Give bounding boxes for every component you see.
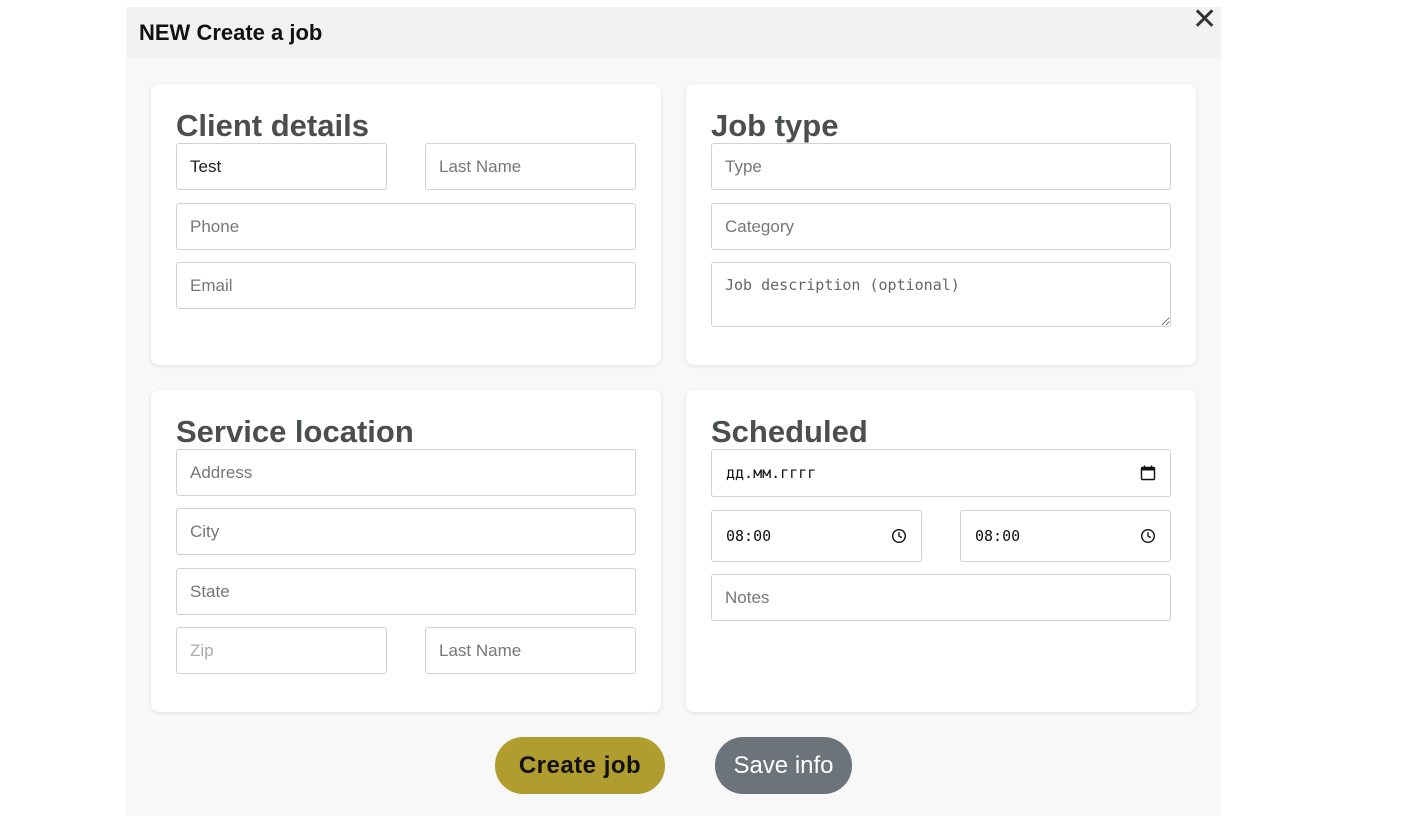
state-input[interactable] (176, 568, 636, 615)
clock-icon[interactable] (891, 528, 907, 544)
scheduled-title: Scheduled (711, 414, 868, 449)
create-job-button[interactable]: Create job (495, 737, 665, 794)
date-input[interactable]: дд.мм.гггг (711, 449, 1171, 497)
end-time-input[interactable]: 08:00 (960, 510, 1171, 562)
first-name-input[interactable] (176, 143, 387, 190)
phone-input[interactable] (176, 203, 636, 250)
client-details-title: Client details (176, 108, 369, 143)
location-last-name-input[interactable] (425, 627, 636, 674)
client-details-card: Client details (151, 84, 661, 365)
create-job-modal: NEW Create a job ✕ Client details Job ty… (126, 5, 1221, 816)
modal-header: NEW Create a job ✕ (126, 5, 1221, 58)
close-icon[interactable]: ✕ (1192, 5, 1217, 35)
service-location-card: Service location (151, 390, 661, 712)
address-input[interactable] (176, 449, 636, 496)
start-time-input[interactable]: 08:00 (711, 510, 922, 562)
clock-icon[interactable] (1140, 528, 1156, 544)
job-type-title: Job type (711, 108, 839, 143)
zip-input[interactable] (176, 627, 387, 674)
scheduled-card: Scheduled дд.мм.гггг 08:00 08:00 (686, 390, 1196, 712)
city-input[interactable] (176, 508, 636, 555)
modal-title: NEW Create a job (139, 20, 323, 45)
start-time-value: 08:00 (726, 527, 772, 545)
email-input[interactable] (176, 262, 636, 309)
job-description-textarea[interactable] (711, 262, 1171, 327)
calendar-icon[interactable] (1140, 465, 1156, 481)
end-time-value: 08:00 (975, 527, 1021, 545)
last-name-input[interactable] (425, 143, 636, 190)
notes-input[interactable] (711, 574, 1171, 621)
category-input[interactable] (711, 203, 1171, 250)
job-type-card: Job type (686, 84, 1196, 365)
service-location-title: Service location (176, 414, 414, 449)
type-input[interactable] (711, 143, 1171, 190)
date-value: дд.мм.гггг (726, 464, 817, 482)
save-info-button[interactable]: Save info (715, 737, 852, 794)
